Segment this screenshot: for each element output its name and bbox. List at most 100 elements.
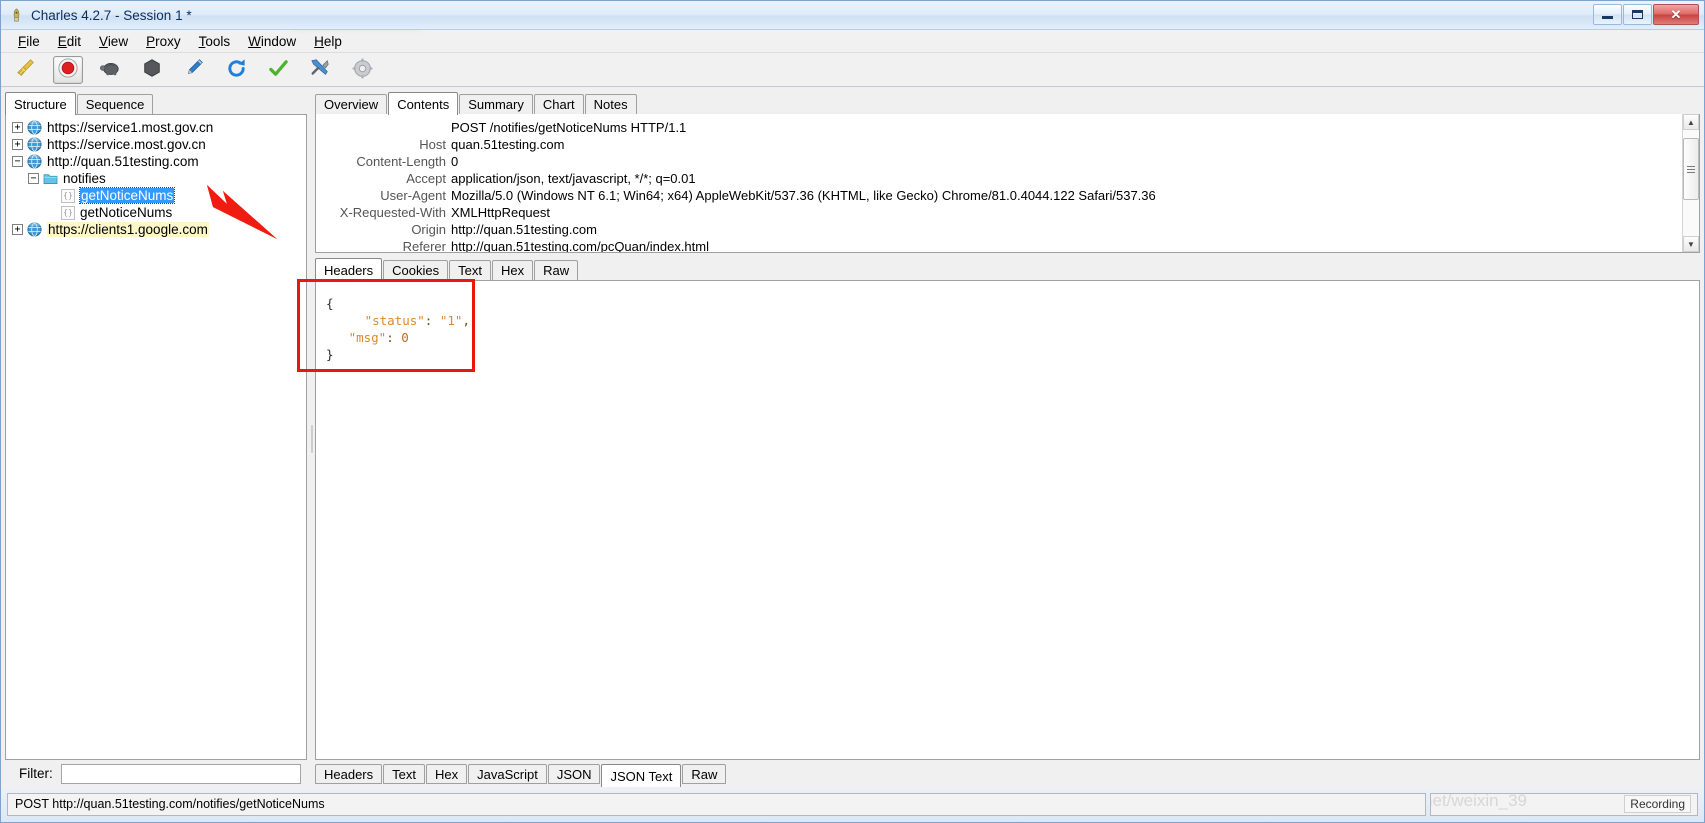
scroll-up-icon[interactable]: ▲: [1683, 114, 1699, 130]
left-pane: Structure Sequence + https://service1.mo…: [1, 88, 309, 789]
tree-node-getnoticenums-2[interactable]: {} getNoticeNums: [8, 204, 306, 221]
header-name: Origin: [411, 222, 446, 237]
tree-node-label: https://service.most.gov.cn: [47, 137, 206, 152]
req-tab-cookies-label: Cookies: [392, 263, 440, 278]
resp-tab-raw[interactable]: Raw: [682, 764, 727, 784]
scrollbar-thumb[interactable]: [1683, 138, 1699, 200]
menu-proxy[interactable]: Proxy: [137, 32, 190, 51]
menu-tools[interactable]: Tools: [190, 32, 240, 51]
json-key-status: "status": [364, 313, 425, 328]
expander-minus-icon[interactable]: −: [28, 173, 39, 184]
json-key-msg: "msg": [348, 330, 387, 345]
menu-window-rest: indow: [260, 33, 297, 49]
header-value: application/json, text/javascript, */*; …: [451, 171, 696, 186]
resp-tab-hex-label: Hex: [434, 766, 459, 782]
menu-bar: File Edit View Proxy Tools Window Help: [1, 30, 1704, 53]
turtle-icon: [99, 58, 121, 81]
json-value-msg: 0: [401, 330, 409, 345]
tree-node-service1-most[interactable]: + https://service1.most.gov.cn: [8, 119, 306, 136]
response-body-panel[interactable]: { "status": "1", "msg": 0 }: [315, 280, 1700, 760]
tab-chart[interactable]: Chart: [533, 94, 584, 114]
req-tab-text[interactable]: Text: [449, 260, 491, 280]
menu-file[interactable]: File: [9, 32, 49, 51]
tab-notes[interactable]: Notes: [584, 94, 637, 114]
resp-tab-json-text-label: JSON Text: [610, 768, 673, 784]
tab-structure[interactable]: Structure: [5, 92, 76, 115]
resp-tab-javascript[interactable]: JavaScript: [468, 764, 547, 784]
tree-node-service-most[interactable]: + https://service.most.gov.cn: [8, 136, 306, 153]
headers-vertical-scrollbar[interactable]: ▲ ▼: [1682, 114, 1699, 252]
menu-file-rest: ile: [26, 33, 40, 49]
json-icon: {}: [61, 205, 75, 220]
json-colon: :: [424, 313, 440, 328]
scroll-down-icon[interactable]: ▼: [1683, 236, 1699, 252]
repeat-button[interactable]: [221, 56, 251, 84]
resp-tab-text[interactable]: Text: [383, 764, 425, 784]
resp-tab-text-label: Text: [392, 766, 416, 782]
expander-plus-icon[interactable]: +: [12, 224, 23, 235]
globe-icon: [27, 120, 42, 135]
menu-help-rest: elp: [323, 33, 342, 49]
resp-tab-json-label: JSON: [556, 766, 592, 782]
tab-summary[interactable]: Summary: [459, 94, 533, 114]
tools-button[interactable]: [305, 56, 335, 84]
header-row: User-Agent Mozilla/5.0 (Windows NT 6.1; …: [316, 187, 1682, 204]
request-headers-list: POST /notifies/getNoticeNums HTTP/1.1 Ho…: [316, 114, 1682, 252]
settings-button[interactable]: [347, 56, 377, 84]
request-body-tabs: Headers Cookies Text Hex Raw: [315, 257, 1700, 281]
tab-sequence[interactable]: Sequence: [76, 94, 154, 114]
status-url: POST http://quan.51testing.com/notifies/…: [7, 792, 1426, 816]
menu-view-rest: iew: [107, 33, 129, 49]
menu-view[interactable]: View: [90, 32, 137, 51]
json-comma: ,: [462, 313, 470, 328]
req-tab-headers[interactable]: Headers: [315, 258, 383, 281]
menu-window[interactable]: Window: [239, 32, 305, 51]
resp-tab-json[interactable]: JSON: [547, 764, 601, 784]
req-tab-hex[interactable]: Hex: [491, 260, 534, 280]
tab-contents[interactable]: Contents: [388, 92, 459, 115]
session-tree[interactable]: + https://service1.most.gov.cn + https:/…: [6, 115, 306, 238]
tree-node-quan-51testing[interactable]: − http://quan.51testing.com: [8, 153, 306, 170]
tree-node-notifies[interactable]: − notifies: [8, 170, 306, 187]
compose-button[interactable]: [179, 56, 209, 84]
resp-tab-hex[interactable]: Hex: [425, 764, 468, 784]
status-right: https://blog.csdn.net/weixin_39 Recordin…: [1430, 792, 1698, 816]
resp-tab-json-text[interactable]: JSON Text: [601, 764, 682, 787]
expander-plus-icon[interactable]: +: [12, 139, 23, 150]
resp-tab-headers[interactable]: Headers: [315, 764, 383, 784]
tab-overview[interactable]: Overview: [315, 94, 388, 114]
scrollbar-grip-icon: [1687, 165, 1695, 173]
req-tab-hex-label: Hex: [500, 263, 525, 278]
maximize-button[interactable]: [1623, 4, 1652, 25]
req-tab-cookies[interactable]: Cookies: [383, 260, 449, 280]
tree-node-getnoticenums-selected[interactable]: {} getNoticeNums: [8, 187, 306, 204]
tree-node-clients1-google[interactable]: + https://clients1.google.com: [8, 221, 306, 238]
filter-input[interactable]: [60, 763, 301, 784]
expander-plus-icon[interactable]: +: [12, 122, 23, 133]
toolbar: [1, 53, 1704, 87]
validate-button[interactable]: [263, 56, 293, 84]
broom-icon: [15, 57, 37, 82]
header-row: Origin http://quan.51testing.com: [316, 221, 1682, 238]
expander-minus-icon[interactable]: −: [12, 156, 23, 167]
breakpoints-button[interactable]: [137, 56, 167, 84]
header-value: http://quan.51testing.com/pcQuan/index.h…: [451, 239, 709, 252]
req-tab-raw[interactable]: Raw: [534, 260, 579, 280]
record-button[interactable]: [53, 55, 83, 84]
header-name: X-Requested-With: [339, 205, 446, 220]
json-text-view[interactable]: { "status": "1", "msg": 0 }: [316, 281, 1699, 363]
close-button[interactable]: ✕: [1653, 4, 1699, 25]
minimize-button[interactable]: [1593, 4, 1622, 25]
contents-tabs: Overview Contents Summary Chart Notes: [315, 91, 1700, 115]
throttle-button[interactable]: [95, 56, 125, 84]
header-value: quan.51testing.com: [451, 137, 565, 152]
menu-edit[interactable]: Edit: [49, 32, 90, 51]
header-row: X-Requested-With XMLHttpRequest: [316, 204, 1682, 221]
req-tab-raw-label: Raw: [543, 263, 570, 278]
filter-label: Filter:: [19, 766, 53, 781]
scrollbar-track[interactable]: [1683, 130, 1699, 236]
structure-sequence-tabs: Structure Sequence: [5, 91, 307, 115]
clear-session-button[interactable]: [11, 56, 41, 84]
header-name: Host: [419, 137, 446, 152]
menu-help[interactable]: Help: [305, 32, 351, 51]
